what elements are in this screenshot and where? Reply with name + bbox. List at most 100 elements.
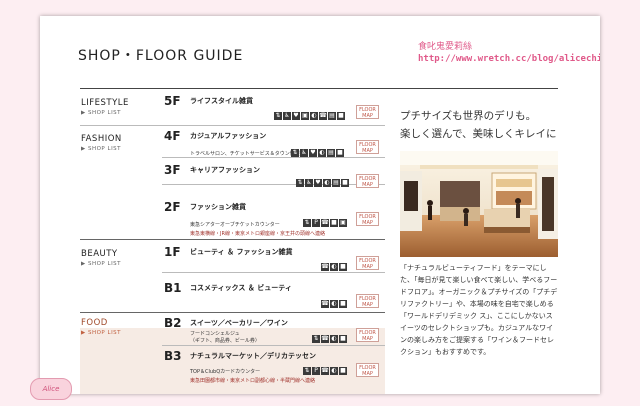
category-name: FOOD [81, 318, 108, 328]
floor-sub: フードコンシェルジュ [190, 331, 240, 337]
parking-icon: P [312, 367, 320, 375]
smoking-icon: ▤ [328, 112, 336, 120]
row-divider [80, 125, 385, 126]
floor-map-button-5f[interactable]: FLOOR MAP [356, 105, 379, 119]
facility-icons: ⇅ ♿ ♥ ◐ ▤ ■ [291, 149, 344, 157]
wheelchair-icon: ♿ [283, 112, 291, 120]
restroom-icon: ◐ [323, 179, 331, 187]
floor-number: B2 [164, 316, 182, 330]
baby-icon: ♥ [292, 112, 300, 120]
floor-map-button-b3[interactable]: FLOOR MAP [356, 363, 379, 377]
category-name: LIFESTYLE [81, 98, 129, 108]
phone-icon: ☎ [321, 300, 329, 308]
facility-icons: ⇅ ♿ ♥ ◐ ▤ ■ [296, 179, 349, 187]
elevator-icon: ⇅ [274, 112, 282, 120]
floor-map-button-4f[interactable]: FLOOR MAP [356, 140, 379, 154]
floor-name: スイーツ／ベーカリー／ワイン [190, 319, 288, 327]
floor-number: 2F [164, 200, 181, 214]
floor-name: キャリアファッション [190, 166, 260, 174]
watermark-name: 食叱鬼愛莉絲 [418, 42, 473, 52]
floor-name: ナチュラルマーケット／デリカテッセン [190, 352, 316, 360]
floor-map-button-b2[interactable]: FLOOR MAP [356, 328, 379, 342]
floor-number: B3 [164, 349, 182, 363]
floor-name: コスメティックス ＆ ビューティ [190, 284, 292, 292]
phone-icon: ☎ [321, 219, 329, 227]
row-divider [162, 345, 385, 346]
atm-icon: ■ [330, 219, 338, 227]
floor-name: ファッション雑貨 [190, 203, 246, 211]
phone-icon: ☎ [321, 335, 329, 343]
shop-list-link[interactable]: ▶ SHOP LIST [81, 110, 129, 116]
floor-number: 3F [164, 163, 181, 177]
floor-name: ビューティ ＆ ファッション雑貨 [190, 248, 293, 256]
shop-list-link[interactable]: ▶ SHOP LIST [81, 146, 122, 152]
floor-sub: 東急シアターオーブチケットカウンター [190, 222, 280, 228]
floor-sub: トラベルサロン、チケットサービス＆タウン情報 [190, 151, 300, 157]
baby-icon: ♥ [309, 149, 317, 157]
floor-map-button-3f[interactable]: FLOOR MAP [356, 174, 379, 188]
atm-icon: ■ [339, 300, 347, 308]
elevator-icon: ⇅ [312, 335, 320, 343]
feature-headline-2: 楽しく選んで、美味しくキレイに [400, 128, 557, 140]
floor-map-button-1f[interactable]: FLOOR MAP [356, 256, 379, 270]
restroom-icon: ◐ [330, 263, 338, 271]
atm-icon: ■ [341, 179, 349, 187]
category-fashion: FASHION ▶ SHOP LIST [81, 134, 122, 152]
restroom-icon: ◐ [330, 300, 338, 308]
phone-icon: ☎ [321, 263, 329, 271]
floor-map-button-b1[interactable]: FLOOR MAP [356, 294, 379, 308]
floor-number: 1F [164, 245, 181, 259]
category-lifestyle: LIFESTYLE ▶ SHOP LIST [81, 98, 129, 116]
row-divider [80, 312, 385, 313]
restroom-icon: ◐ [310, 112, 318, 120]
baby-icon: ♥ [314, 179, 322, 187]
watermark-url: http://www.wretch.cc/blog/alicechica [418, 54, 600, 64]
category-food: FOOD ▶ SHOP LIST [81, 318, 121, 336]
category-name: BEAUTY [81, 249, 118, 259]
category-name: FASHION [81, 134, 122, 144]
parking-icon: P [312, 219, 320, 227]
floor-sub: TOP＆ClubQカードカウンター [190, 369, 261, 375]
decorative-logo: Alice [30, 378, 72, 400]
diaper-icon: ▣ [301, 112, 309, 120]
smoking-icon: ▤ [327, 149, 335, 157]
facility-icons: ☎ ◐ ■ [321, 263, 347, 271]
header-divider [80, 88, 558, 89]
shop-list-link[interactable]: ▶ SHOP LIST [81, 330, 121, 336]
wheelchair-icon: ♿ [305, 179, 313, 187]
coin-locker-icon: ▣ [339, 219, 347, 227]
floor-transit-note: 東急東横線・JR線・東京メトロ銀座線・京王井の頭線へ連絡 [190, 231, 325, 237]
elevator-icon: ⇅ [303, 219, 311, 227]
floor-transit-note: 東急田園都市線・東京メトロ副都心線・半蔵門線へ連絡 [190, 378, 316, 384]
atm-icon: ■ [339, 367, 347, 375]
page-title: SHOP・FLOOR GUIDE [78, 48, 244, 64]
floor-number: 4F [164, 129, 181, 143]
elevator-icon: ⇅ [291, 149, 299, 157]
phone-icon: ☎ [319, 112, 327, 120]
floor-name: ライフスタイル雑貨 [190, 97, 253, 105]
restroom-icon: ◐ [330, 367, 338, 375]
phone-icon: ☎ [321, 367, 329, 375]
elevator-icon: ⇅ [296, 179, 304, 187]
floor-map-button-2f[interactable]: FLOOR MAP [356, 212, 379, 226]
row-divider [162, 184, 385, 185]
feature-headline-1: プチサイズも世界のデリも。 [400, 110, 537, 122]
food-floor-photo [400, 151, 558, 257]
atm-icon: ■ [339, 335, 347, 343]
wheelchair-icon: ♿ [300, 149, 308, 157]
row-divider [162, 272, 385, 273]
shop-list-link[interactable]: ▶ SHOP LIST [81, 261, 121, 267]
feature-description: 「ナチュラルビューティフード」をテーマにした、「毎日が見て楽しい食べて楽しい、学… [400, 264, 558, 356]
atm-icon: ■ [339, 263, 347, 271]
floor-number: B1 [164, 281, 182, 295]
atm-icon: ■ [336, 149, 344, 157]
floor-guide-panel: SHOP・FLOOR GUIDE 食叱鬼愛莉絲 http://www.wretc… [40, 16, 600, 394]
floor-name: カジュアルファッション [190, 132, 267, 140]
facility-icons: ⇅ ♿ ♥ ▣ ◐ ☎ ▤ ■ [274, 112, 345, 120]
smoking-icon: ▤ [332, 179, 340, 187]
facility-icons: ⇅ P ☎ ◐ ■ [303, 367, 347, 375]
floor-sub: （ギフト、商品券、ビール券） [190, 338, 260, 344]
facility-icons: ⇅ P ☎ ■ ▣ [303, 219, 347, 227]
row-divider [162, 157, 385, 158]
floor-number: 5F [164, 94, 181, 108]
